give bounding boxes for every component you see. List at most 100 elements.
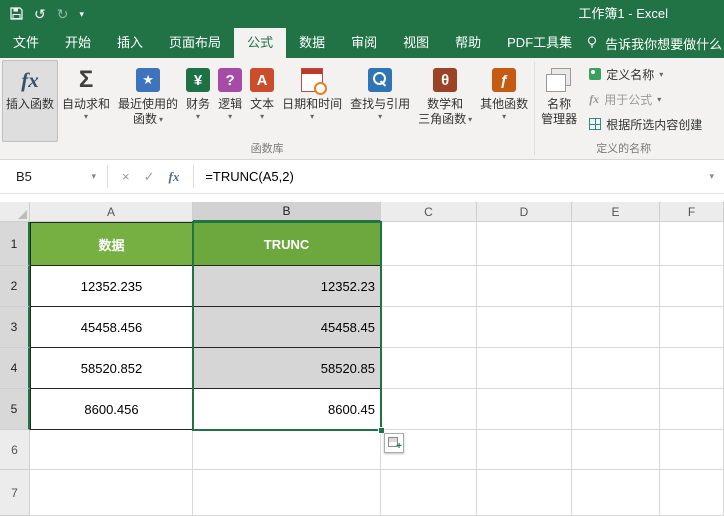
column-header-B[interactable]: B: [193, 202, 381, 222]
row-header-5[interactable]: 5: [0, 389, 30, 430]
cell-C1[interactable]: [381, 222, 477, 266]
cell-E3[interactable]: [572, 307, 660, 348]
cell-C7[interactable]: [381, 470, 477, 516]
cell-C5[interactable]: [381, 389, 477, 430]
save-icon[interactable]: [10, 7, 23, 22]
more-functions-button[interactable]: ƒ 其他函数 ▾: [476, 60, 532, 142]
tab-home[interactable]: 开始: [52, 28, 104, 58]
financial-functions-button[interactable]: ¥ 财务 ▾: [182, 60, 214, 142]
cell-A3[interactable]: 45458.456: [30, 307, 193, 348]
insert-function-fx-icon[interactable]: fx: [162, 169, 187, 185]
row-header-1[interactable]: 1: [0, 222, 30, 266]
tab-data[interactable]: 数据: [286, 28, 338, 58]
autosum-button[interactable]: Σ 自动求和 ▾: [58, 60, 114, 142]
cell-A4[interactable]: 58520.852: [30, 348, 193, 389]
use-in-formula-fx-icon: fx: [589, 92, 599, 107]
name-box[interactable]: B5 ▾: [8, 160, 100, 193]
column-header-D[interactable]: D: [477, 202, 572, 222]
date-time-functions-button[interactable]: 日期和时间 ▾: [278, 60, 346, 142]
cell-E7[interactable]: [572, 470, 660, 516]
excel-window: ↺ ↻ ▾ 工作簿1 - Excel 文件 开始 插入 页面布局 公式 数据 审…: [0, 0, 724, 516]
cell-A7[interactable]: [30, 470, 193, 516]
cell-A5[interactable]: 8600.456: [30, 389, 193, 430]
financial-label: 财务: [186, 97, 210, 112]
text-functions-icon: A: [250, 68, 274, 92]
create-from-selection-button[interactable]: 根据所选内容创建: [585, 113, 706, 135]
financial-functions-icon: ¥: [186, 68, 210, 92]
cell-D3[interactable]: [477, 307, 572, 348]
tab-review[interactable]: 审阅: [338, 28, 390, 58]
cell-F4[interactable]: [660, 348, 724, 389]
cell-F2[interactable]: [660, 266, 724, 307]
row-header-6[interactable]: 6: [0, 430, 30, 470]
recently-used-button[interactable]: ★ 最近使用的 函数 ▾: [114, 60, 182, 142]
cell-B1[interactable]: TRUNC: [193, 222, 381, 266]
cell-C3[interactable]: [381, 307, 477, 348]
qat-customize-icon[interactable]: ▾: [79, 7, 84, 21]
cell-B5-active[interactable]: 8600.45: [193, 389, 381, 430]
cell-D6[interactable]: [477, 430, 572, 470]
cell-B4[interactable]: 58520.85: [193, 348, 381, 389]
row-header-3[interactable]: 3: [0, 307, 30, 348]
cell-F6[interactable]: [660, 430, 724, 470]
cell-A1[interactable]: 数据: [30, 222, 193, 266]
cell-A2[interactable]: 12352.235: [30, 266, 193, 307]
cell-B3[interactable]: 45458.45: [193, 307, 381, 348]
cell-B2[interactable]: 12352.23: [193, 266, 381, 307]
cell-B7[interactable]: [193, 470, 381, 516]
tab-help[interactable]: 帮助: [442, 28, 494, 58]
cell-D5[interactable]: [477, 389, 572, 430]
cell-E2[interactable]: [572, 266, 660, 307]
cell-E5[interactable]: [572, 389, 660, 430]
formula-input[interactable]: =TRUNC(A5,2): [201, 169, 705, 184]
tab-file[interactable]: 文件: [0, 28, 52, 58]
autosum-sigma-icon: Σ: [79, 65, 93, 95]
row-header-4[interactable]: 4: [0, 348, 30, 389]
cell-E4[interactable]: [572, 348, 660, 389]
cell-A6[interactable]: [30, 430, 193, 470]
cancel-icon[interactable]: ×: [115, 169, 137, 184]
lookup-reference-button[interactable]: 查找与引用 ▾: [346, 60, 414, 142]
redo-button[interactable]: ↻: [57, 7, 69, 21]
cell-D4[interactable]: [477, 348, 572, 389]
tell-me-box[interactable]: 告诉我你想要做什么: [585, 28, 724, 58]
cell-F3[interactable]: [660, 307, 724, 348]
cell-D1[interactable]: [477, 222, 572, 266]
cell-D2[interactable]: [477, 266, 572, 307]
defined-names-small-buttons: 定义名称 ▾ fx 用于公式 ▾ 根据所选内容创建: [581, 60, 710, 142]
column-header-E[interactable]: E: [572, 202, 660, 222]
name-manager-button[interactable]: 名称 管理器: [537, 60, 581, 142]
cell-C4[interactable]: [381, 348, 477, 389]
undo-button[interactable]: ↺: [34, 7, 46, 21]
tab-pdf-tools[interactable]: PDF工具集: [494, 28, 585, 58]
autofill-options-button[interactable]: +: [384, 433, 404, 453]
cell-B6[interactable]: [193, 430, 381, 470]
column-header-C[interactable]: C: [381, 202, 477, 222]
tab-formulas[interactable]: 公式: [234, 28, 286, 58]
row-header-7[interactable]: 7: [0, 470, 30, 516]
cell-F7[interactable]: [660, 470, 724, 516]
math-trig-button[interactable]: θ 数学和 三角函数 ▾: [414, 60, 476, 142]
cell-D7[interactable]: [477, 470, 572, 516]
column-header-F[interactable]: F: [660, 202, 724, 222]
tab-insert[interactable]: 插入: [104, 28, 156, 58]
define-name-button[interactable]: 定义名称 ▾: [585, 63, 706, 85]
formula-bar-expand-icon[interactable]: ▾: [705, 171, 718, 182]
row-header-2[interactable]: 2: [0, 266, 30, 307]
tab-page-layout[interactable]: 页面布局: [156, 28, 234, 58]
text-functions-button[interactable]: A 文本 ▾: [246, 60, 278, 142]
group-function-library: fx 插入函数 Σ 自动求和 ▾ ★ 最近使用的 函数 ▾: [1, 58, 533, 159]
cell-E1[interactable]: [572, 222, 660, 266]
cell-F1[interactable]: [660, 222, 724, 266]
cell-F5[interactable]: [660, 389, 724, 430]
column-header-A[interactable]: A: [30, 202, 193, 222]
select-all-corner[interactable]: [0, 202, 30, 222]
name-box-dropdown-icon[interactable]: ▾: [91, 171, 96, 182]
insert-function-button[interactable]: fx 插入函数: [2, 60, 58, 142]
cell-C2[interactable]: [381, 266, 477, 307]
enter-check-icon[interactable]: ✓: [137, 169, 162, 185]
logical-functions-button[interactable]: ? 逻辑 ▾: [214, 60, 246, 142]
cell-E6[interactable]: [572, 430, 660, 470]
tab-view[interactable]: 视图: [390, 28, 442, 58]
use-in-formula-button[interactable]: fx 用于公式 ▾: [585, 88, 706, 110]
